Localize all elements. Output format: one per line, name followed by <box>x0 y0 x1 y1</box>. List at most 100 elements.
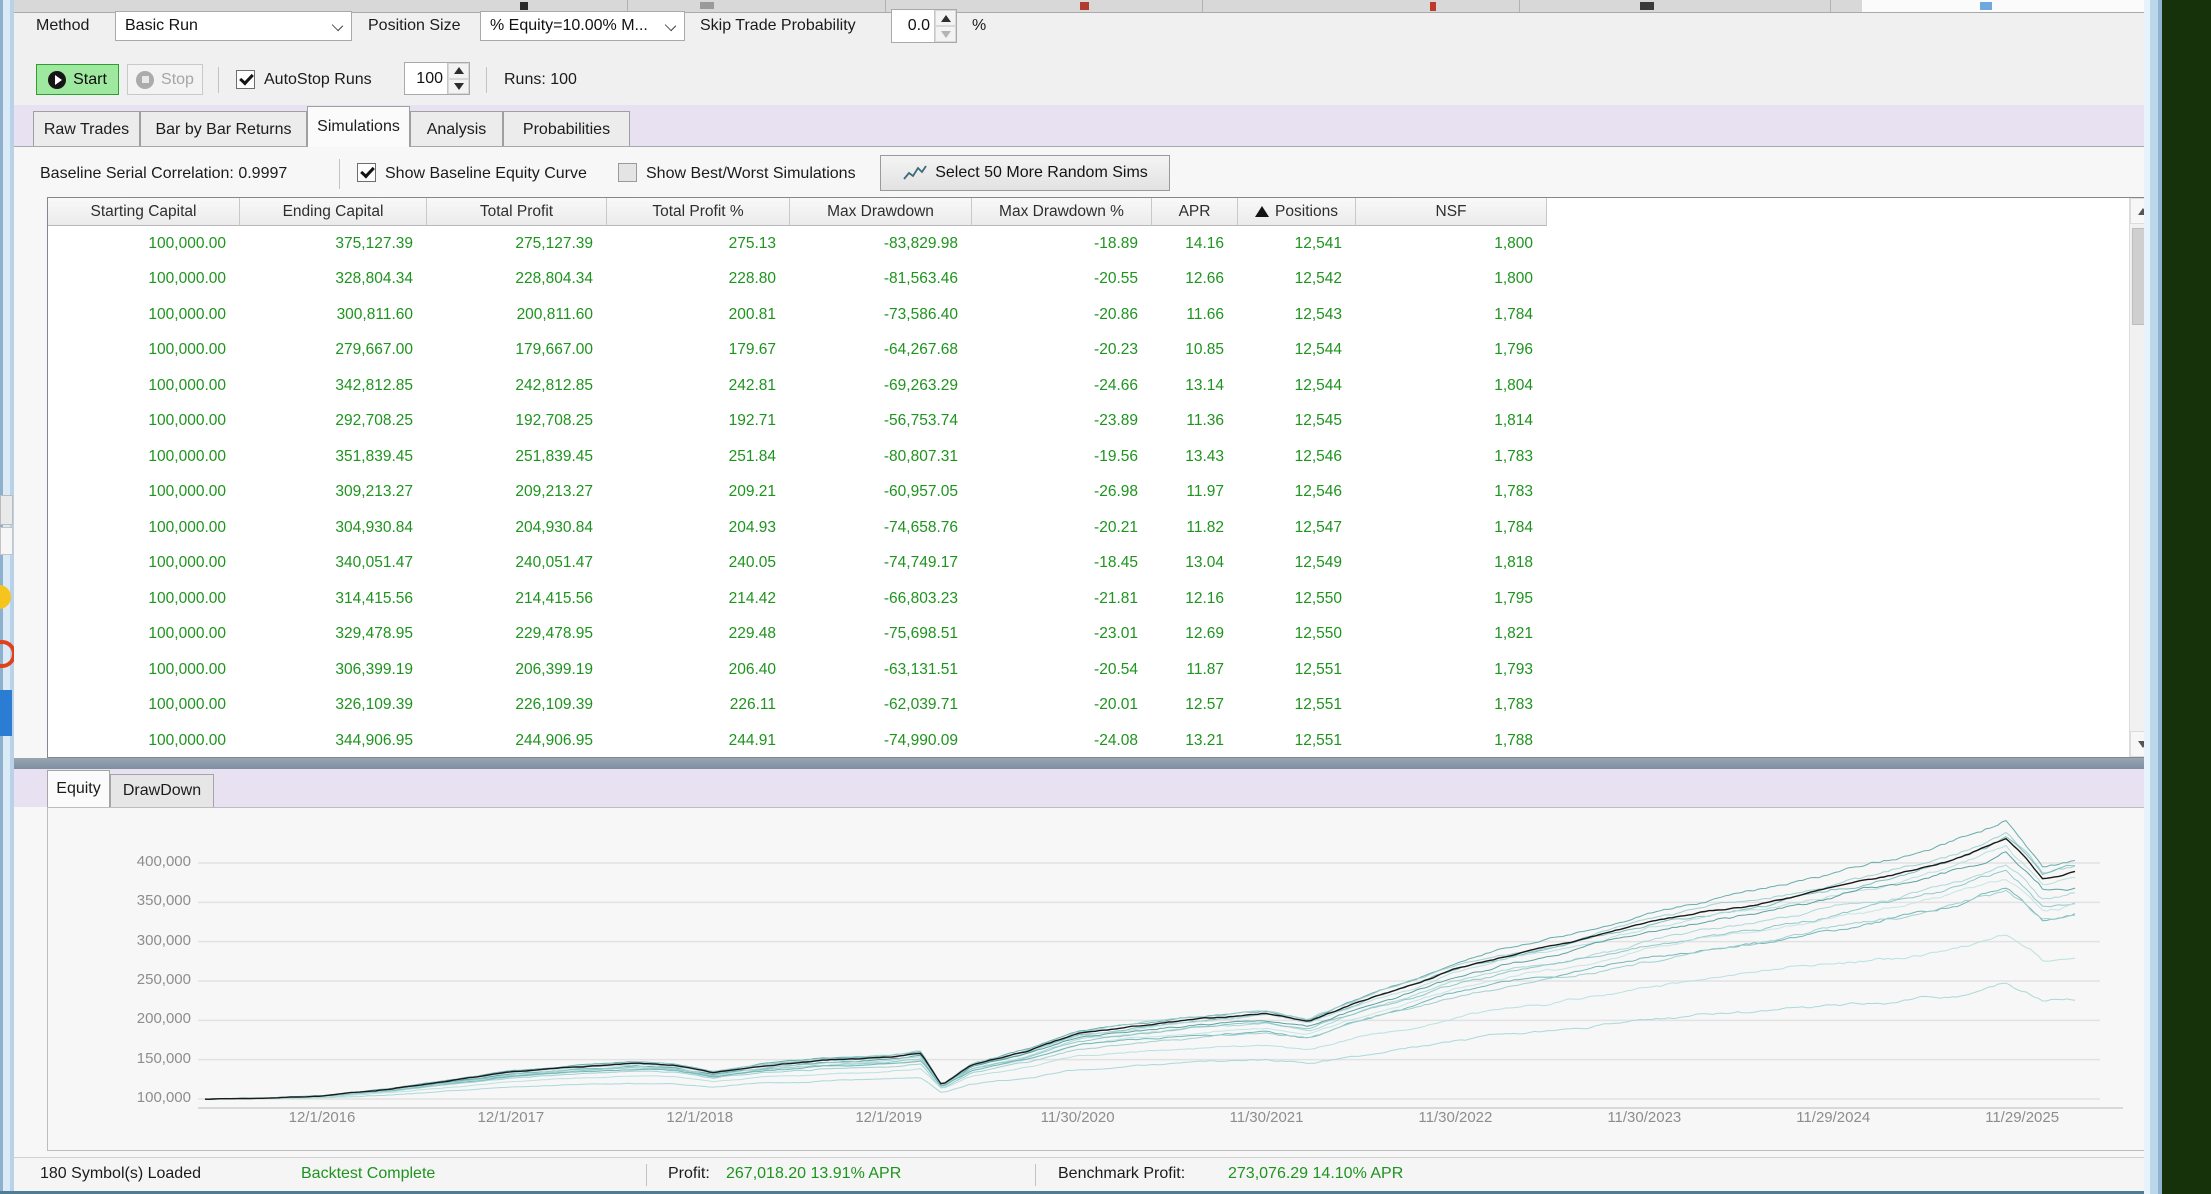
table-cell: -74,749.17 <box>790 546 972 582</box>
show-best-worst-checkbox[interactable] <box>618 163 637 182</box>
table-cell: 344,906.95 <box>240 723 427 759</box>
table-cell: 351,839.45 <box>240 439 427 475</box>
table-cell: 306,399.19 <box>240 652 427 688</box>
tab-drawdown[interactable]: DrawDown <box>110 774 214 807</box>
column-header-ending-capital[interactable]: Ending Capital <box>240 198 427 226</box>
spin-up-button[interactable] <box>935 10 956 26</box>
table-cell: -66,803.23 <box>790 581 972 617</box>
start-button[interactable]: Start <box>36 64 119 95</box>
table-cell: -64,267.68 <box>790 333 972 369</box>
table-cell: 244,906.95 <box>427 723 607 759</box>
chart-tab-strip: Equity DrawDown <box>14 769 2144 807</box>
table-cell: -18.45 <box>972 546 1152 582</box>
column-header-nsf[interactable]: NSF <box>1356 198 1547 226</box>
table-cell: 314,415.56 <box>240 581 427 617</box>
table-cell: 200,811.60 <box>427 297 607 333</box>
background-yellow-icon <box>0 585 11 609</box>
show-baseline-checkbox[interactable] <box>357 163 376 182</box>
select-more-sims-button[interactable]: Select 50 More Random Sims <box>880 155 1170 191</box>
table-cell: 244.91 <box>607 723 790 759</box>
tab-analysis[interactable]: Analysis <box>410 111 503 147</box>
background-blue-icon <box>0 690 12 736</box>
table-cell: 1,800 <box>1356 262 1547 298</box>
tab-simulations[interactable]: Simulations <box>307 106 410 147</box>
table-cell: 300,811.60 <box>240 297 427 333</box>
table-cell: 1,783 <box>1356 688 1547 724</box>
table-cell: 204,930.84 <box>427 510 607 546</box>
table-cell: 100,000.00 <box>48 652 240 688</box>
table-cell: 226.11 <box>607 688 790 724</box>
table-cell: -21.81 <box>972 581 1152 617</box>
profit-label: Profit: <box>668 1165 710 1183</box>
table-row[interactable]: 100,000.00328,804.34228,804.34228.80-81,… <box>48 262 1547 298</box>
column-header-apr[interactable]: APR <box>1152 198 1238 226</box>
column-header-total-profit[interactable]: Total Profit <box>427 198 607 226</box>
table-row[interactable]: 100,000.00329,478.95229,478.95229.48-75,… <box>48 617 1547 653</box>
table-cell: 1,784 <box>1356 297 1547 333</box>
table-row[interactable]: 100,000.00306,399.19206,399.19206.40-63,… <box>48 652 1547 688</box>
table-cell: 11.66 <box>1152 297 1238 333</box>
tab-equity[interactable]: Equity <box>47 770 110 807</box>
table-row[interactable]: 100,000.00304,930.84204,930.84204.93-74,… <box>48 510 1547 546</box>
method-dropdown[interactable]: Basic Run <box>115 11 352 41</box>
column-header-starting-capital[interactable]: Starting Capital <box>48 198 240 226</box>
table-cell: -19.56 <box>972 439 1152 475</box>
app-window: Method Basic Run Position Size % Equity=… <box>14 0 2144 1194</box>
column-header-positions[interactable]: Positions <box>1238 198 1356 226</box>
table-cell: -20.23 <box>972 333 1152 369</box>
table-cell: 309,213.27 <box>240 475 427 511</box>
table-cell: -23.01 <box>972 617 1152 653</box>
skip-trade-spinner[interactable]: 0.0 <box>891 9 957 43</box>
tab-bar-by-bar-returns[interactable]: Bar by Bar Returns <box>140 111 307 147</box>
table-row[interactable]: 100,000.00342,812.85242,812.85242.81-69,… <box>48 368 1547 404</box>
profit-value: 267,018.20 13.91% APR <box>726 1165 901 1183</box>
table-cell: 1,784 <box>1356 510 1547 546</box>
table-cell: 179,667.00 <box>427 333 607 369</box>
triangle-down-icon <box>454 83 464 90</box>
column-header-max-drawdown[interactable]: Max Drawdown <box>790 198 972 226</box>
column-header-max-drawdown-[interactable]: Max Drawdown % <box>972 198 1152 226</box>
table-row[interactable]: 100,000.00292,708.25192,708.25192.71-56,… <box>48 404 1547 440</box>
spin-down-button[interactable] <box>448 79 469 95</box>
table-cell: 100,000.00 <box>48 333 240 369</box>
tab-raw-trades[interactable]: Raw Trades <box>33 111 140 147</box>
table-cell: -24.08 <box>972 723 1152 759</box>
table-cell: 12,551 <box>1238 723 1356 759</box>
spin-down-button[interactable] <box>935 26 956 42</box>
table-row[interactable]: 100,000.00340,051.47240,051.47240.05-74,… <box>48 546 1547 582</box>
table-row[interactable]: 100,000.00351,839.45251,839.45251.84-80,… <box>48 439 1547 475</box>
table-row[interactable]: 100,000.00309,213.27209,213.27209.21-60,… <box>48 475 1547 511</box>
table-row[interactable]: 100,000.00279,667.00179,667.00179.67-64,… <box>48 333 1547 369</box>
table-cell: 13.04 <box>1152 546 1238 582</box>
table-cell: 1,793 <box>1356 652 1547 688</box>
table-cell: 1,821 <box>1356 617 1547 653</box>
table-cell: 192,708.25 <box>427 404 607 440</box>
table-cell: 12,551 <box>1238 688 1356 724</box>
method-dropdown-value: Basic Run <box>125 17 198 35</box>
table-row[interactable]: 100,000.00314,415.56214,415.56214.42-66,… <box>48 581 1547 617</box>
clipped-icon <box>1080 2 1089 10</box>
autostop-runs-spinner[interactable]: 100 <box>404 62 470 95</box>
chevron-down-icon <box>665 20 676 31</box>
column-header-total-profit-[interactable]: Total Profit % <box>607 198 790 226</box>
table-cell: 329,478.95 <box>240 617 427 653</box>
table-cell: 214,415.56 <box>427 581 607 617</box>
position-size-dropdown[interactable]: % Equity=10.00% M... <box>480 11 685 41</box>
table-row[interactable]: 100,000.00300,811.60200,811.60200.81-73,… <box>48 297 1547 333</box>
benchmark-profit-label: Benchmark Profit: <box>1058 1165 1185 1183</box>
table-cell: 100,000.00 <box>48 262 240 298</box>
stop-button[interactable]: Stop <box>127 64 203 95</box>
table-cell: 179.67 <box>607 333 790 369</box>
table-row[interactable]: 100,000.00326,109.39226,109.39226.11-62,… <box>48 688 1547 724</box>
table-cell: 100,000.00 <box>48 404 240 440</box>
spin-up-button[interactable] <box>448 63 469 79</box>
autostop-checkbox[interactable] <box>236 70 255 89</box>
table-cell: 340,051.47 <box>240 546 427 582</box>
panel-splitter[interactable] <box>14 758 2144 769</box>
tab-probabilities[interactable]: Probabilities <box>503 111 630 147</box>
table-cell: 326,109.39 <box>240 688 427 724</box>
stop-button-label: Stop <box>161 71 194 89</box>
table-cell: 14.16 <box>1152 226 1238 262</box>
table-row[interactable]: 100,000.00375,127.39275,127.39275.13-83,… <box>48 226 1547 262</box>
table-row[interactable]: 100,000.00344,906.95244,906.95244.91-74,… <box>48 723 1547 759</box>
